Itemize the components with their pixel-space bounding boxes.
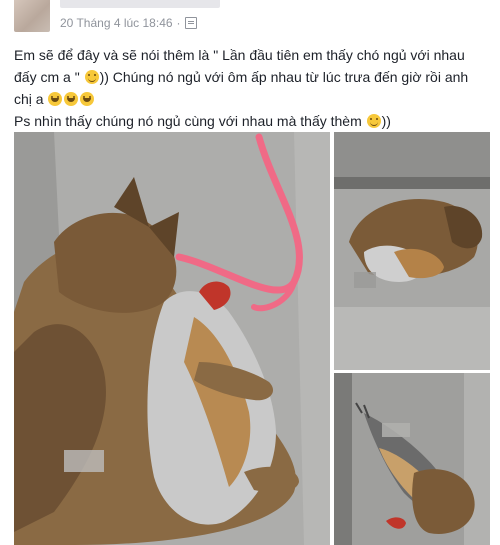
post-text: Em sẽ để đây và sẽ nói thêm là " Lần đầu… xyxy=(14,44,490,132)
friends-icon[interactable] xyxy=(184,17,197,29)
post-paragraph-1: Em sẽ để đây và sẽ nói thêm là " Lần đầu… xyxy=(14,44,490,110)
post-text-line: )) Chúng nó ngủ với ôm ấp nhau từ lúc tr… xyxy=(99,69,469,85)
post-paragraph-2: Ps nhìn thấy chúng nó ngủ cùng với nhau … xyxy=(14,110,490,132)
post-text-line: đấy cm a " xyxy=(14,69,80,85)
post-text-line: )) xyxy=(381,113,391,129)
laugh-emoji-icon xyxy=(80,92,95,106)
meta-separator: · xyxy=(176,16,181,30)
photo-dog-hugging-rooster[interactable] xyxy=(14,132,330,545)
post-text-line: Em sẽ để đây và sẽ nói thêm là " Lần đầu… xyxy=(14,47,465,63)
author-name-redacted[interactable] xyxy=(60,0,220,8)
post-meta: 20 Tháng 4 lúc 18:46 · xyxy=(60,16,197,30)
avatar[interactable] xyxy=(14,0,50,32)
photo-dog-rooster-bottom[interactable] xyxy=(334,373,490,545)
post-timestamp[interactable]: 20 Tháng 4 lúc 18:46 xyxy=(60,16,173,30)
post-text-line: chị a xyxy=(14,91,44,107)
smile-emoji-icon xyxy=(366,114,381,128)
photo-illustration xyxy=(334,132,490,370)
photo-illustration xyxy=(334,373,490,545)
photo-illustration xyxy=(14,132,330,545)
post-text-line: Ps nhìn thấy chúng nó ngủ cùng với nhau … xyxy=(14,113,362,129)
laugh-emoji-icon xyxy=(64,92,79,106)
laugh-emoji-icon xyxy=(48,92,63,106)
smile-emoji-icon xyxy=(84,70,99,84)
photo-dog-rooster-top[interactable] xyxy=(334,132,490,370)
